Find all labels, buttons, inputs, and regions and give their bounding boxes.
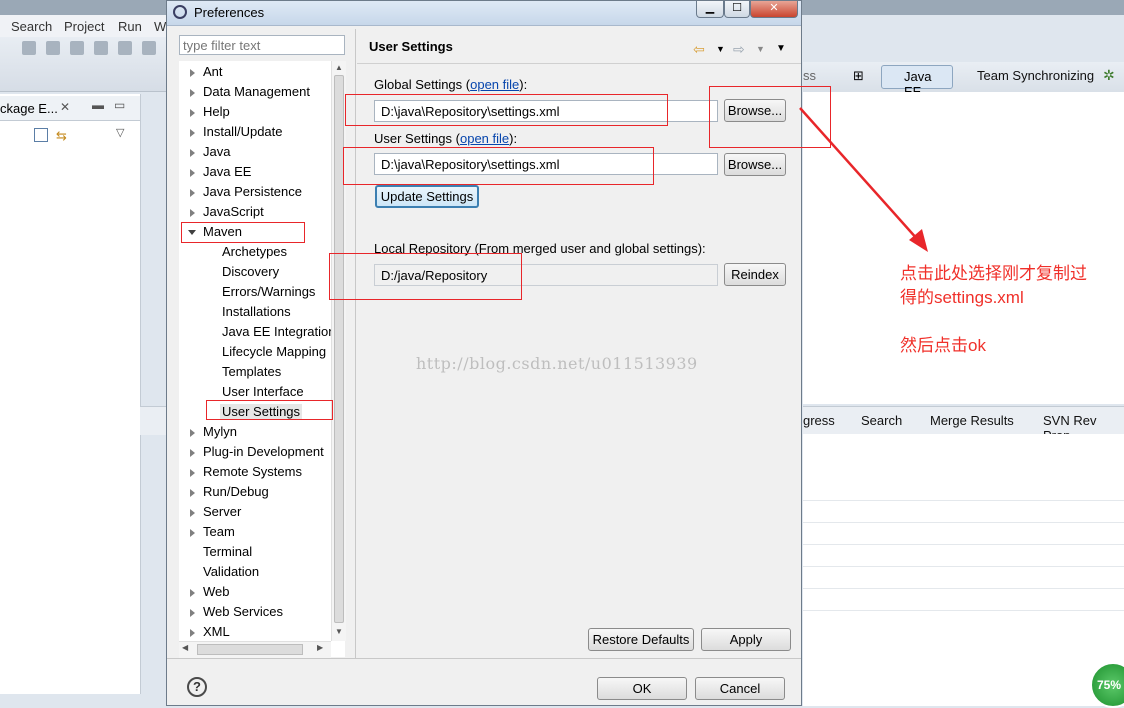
- annotation-line-2: 得的settings.xml: [900, 288, 1024, 307]
- annotation-note: 点击此处选择刚才复制过 得的settings.xml 然后点击ok: [900, 262, 1087, 358]
- watermark: http://blog.csdn.net/u011513939: [416, 354, 698, 373]
- arrow-shaft: [799, 107, 919, 241]
- annotation-line-3: 然后点击ok: [900, 336, 986, 355]
- annotation-line-1: 点击此处选择刚才复制过: [900, 264, 1087, 283]
